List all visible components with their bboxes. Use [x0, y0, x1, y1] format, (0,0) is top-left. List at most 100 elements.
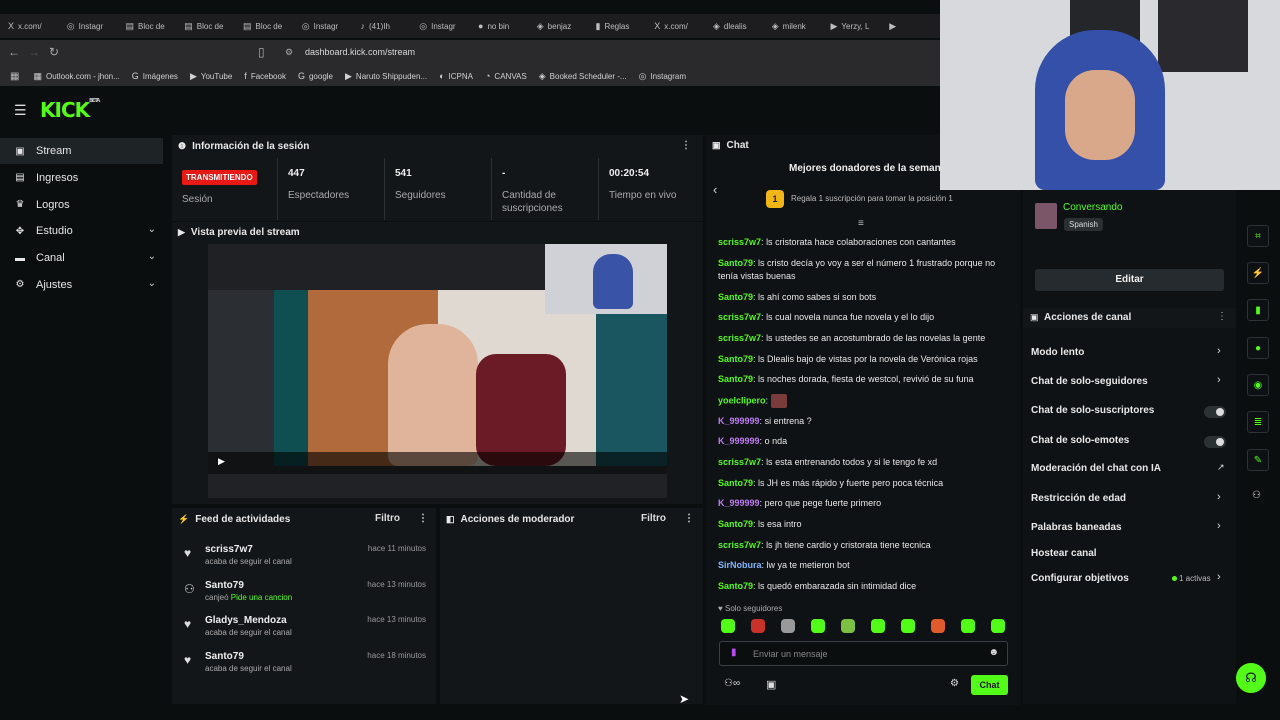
emote-icon[interactable]: [901, 619, 915, 633]
bookmark-item[interactable]: Ggoogle: [298, 71, 333, 81]
emote-icon[interactable]: [721, 619, 735, 633]
feed-username[interactable]: scriss7w7: [205, 544, 253, 555]
chat-settings-icon[interactable]: ⚙: [950, 678, 959, 689]
bookmark-item[interactable]: f Facebook: [244, 71, 286, 81]
channel-action-2[interactable]: Chat de solo-suscriptores: [1031, 405, 1154, 416]
bookmark-item[interactable]: ◔ CANVAS: [485, 71, 527, 81]
chat-username[interactable]: yoelclipero: [718, 395, 766, 405]
feed-username[interactable]: Santo79: [205, 580, 244, 591]
feed-menu-icon[interactable]: ⋮: [418, 513, 428, 524]
feed-username[interactable]: Santo79: [205, 651, 244, 662]
wrench-icon[interactable]: ✎: [1247, 449, 1269, 471]
mod-filter-button[interactable]: Filtro: [641, 513, 666, 524]
bookmark-item[interactable]: G Imágenes: [132, 71, 178, 81]
chat-input[interactable]: ▮ Enviar un mensaje ☻: [719, 641, 1008, 666]
kick-logo[interactable]: KICKBETA: [40, 98, 100, 122]
gift-icon[interactable]: ▣: [766, 678, 776, 691]
bookmark-item[interactable]: ◎ Instagram: [639, 71, 686, 82]
browser-tab[interactable]: ▤ Bloc de: [235, 21, 294, 32]
support-button[interactable]: ☊: [1236, 663, 1266, 693]
chat-username[interactable]: scriss7w7: [718, 333, 761, 343]
chevron-right-icon[interactable]: ›: [1217, 345, 1221, 357]
chat-username[interactable]: scriss7w7: [718, 312, 761, 322]
browser-tab[interactable]: ◈ dlealis: [705, 21, 764, 32]
reload-icon[interactable]: ↻: [44, 45, 64, 59]
channel-action-0[interactable]: Modo lento: [1031, 347, 1084, 358]
channel-action-5[interactable]: Restricción de edad: [1031, 493, 1126, 504]
browser-tab[interactable]: ▶: [881, 21, 940, 32]
channel-action-1[interactable]: Chat de solo-seguidores: [1031, 376, 1148, 387]
bookmark-item[interactable]: ▶ Naruto Shippuden...: [345, 71, 427, 82]
edit-channel-button[interactable]: Editar: [1035, 269, 1224, 291]
back-icon[interactable]: ←: [4, 45, 24, 59]
feed-username[interactable]: Gladys_Mendoza: [205, 615, 287, 626]
chat-username[interactable]: Santo79: [718, 519, 753, 529]
emoji-icon[interactable]: ☻: [988, 647, 999, 658]
emote-icon[interactable]: [781, 619, 795, 633]
chevron-left-icon[interactable]: ‹: [713, 182, 717, 197]
chat-tools-icon[interactable]: ⚇∞: [724, 678, 740, 689]
browser-tab[interactable]: ◈ milenk: [764, 21, 823, 32]
emote-icon[interactable]: [871, 619, 885, 633]
chat-username[interactable]: K_999999: [718, 436, 760, 446]
chat-username[interactable]: scriss7w7: [718, 457, 761, 467]
sidebar-item-stream[interactable]: ▣ Stream: [0, 138, 163, 164]
emote-icon[interactable]: [961, 619, 975, 633]
bolt-action-icon[interactable]: ⚡: [1247, 262, 1269, 284]
browser-tab[interactable]: ◎ Instagr: [59, 21, 118, 32]
bookmark-icon[interactable]: ▯: [258, 45, 265, 59]
channel-action-8[interactable]: Configurar objetivos: [1031, 573, 1129, 584]
external-link-icon[interactable]: ↗: [1217, 462, 1225, 473]
chat-username[interactable]: Santo79: [718, 478, 753, 488]
chat-username[interactable]: SirNobura: [718, 560, 762, 570]
sidebar-item-canal[interactable]: ▬ Canal ⌄: [0, 245, 168, 271]
users-icon[interactable]: ⚇: [1252, 490, 1261, 501]
channel-action-6[interactable]: Palabras baneadas: [1031, 522, 1122, 533]
chevron-right-icon[interactable]: ›: [1217, 374, 1221, 386]
clip-icon[interactable]: ⌗: [1247, 225, 1269, 247]
emote-icon[interactable]: [991, 619, 1005, 633]
chat-username[interactable]: Santo79: [718, 581, 753, 591]
browser-tab[interactable]: ▤ Bloc de: [118, 21, 177, 32]
browser-tab[interactable]: ▤ Bloc de: [176, 21, 235, 32]
forward-icon[interactable]: →: [24, 45, 44, 59]
bookmark-item[interactable]: ◈ Booked Scheduler -...: [539, 71, 627, 82]
browser-tab[interactable]: ● no bin: [470, 21, 529, 31]
session-menu-icon[interactable]: ⋮: [681, 140, 691, 151]
browser-tab[interactable]: ◎ Instagr: [411, 21, 470, 32]
channel-actions-menu-icon[interactable]: ⋮: [1217, 311, 1227, 322]
chat-username[interactable]: Santo79: [718, 258, 753, 268]
chat-username[interactable]: Santo79: [718, 374, 753, 384]
list-icon[interactable]: ≣: [1247, 411, 1269, 433]
collapse-icon[interactable]: ≡: [858, 218, 864, 229]
browser-tab[interactable]: Xx.com/: [0, 21, 59, 31]
toggle-switch[interactable]: [1204, 436, 1226, 448]
feed-filter-button[interactable]: Filtro: [375, 513, 400, 524]
chat-username[interactable]: K_999999: [718, 416, 760, 426]
hamburger-menu-icon[interactable]: ☰: [14, 102, 27, 119]
chevron-right-icon[interactable]: ›: [1217, 520, 1221, 532]
bookmark-item[interactable]: ▦ Outlook.com - jhon...: [33, 71, 119, 82]
mic-icon[interactable]: ▮: [731, 647, 737, 658]
chat-username[interactable]: K_999999: [718, 498, 760, 508]
bookmark-item[interactable]: ◐ ICPNA: [439, 71, 473, 81]
chat-username[interactable]: Santo79: [718, 292, 753, 302]
channel-action-3[interactable]: Chat de solo-emotes: [1031, 435, 1129, 446]
chat-username[interactable]: scriss7w7: [718, 237, 761, 247]
sidebar-item-estudio[interactable]: ✥ Estudio ⌄: [0, 218, 168, 244]
stream-preview-video[interactable]: ▶: [208, 244, 667, 498]
channel-action-4[interactable]: Moderación del chat con IA: [1031, 463, 1161, 474]
chat-username[interactable]: Santo79: [718, 354, 753, 364]
broadcast-icon[interactable]: ◉: [1247, 374, 1269, 396]
site-info-icon[interactable]: ⚙: [285, 47, 293, 58]
emote-icon[interactable]: [751, 619, 765, 633]
browser-tab[interactable]: ♪ (41)Ih: [353, 21, 412, 31]
browser-tab[interactable]: ◈ benjaz: [529, 21, 588, 32]
emote-icon[interactable]: [841, 619, 855, 633]
notes-icon[interactable]: ▮: [1247, 299, 1269, 321]
browser-tab[interactable]: ▶ Yerzy, L: [823, 21, 882, 32]
channel-action-7[interactable]: Hostear canal: [1031, 548, 1097, 559]
browser-tab[interactable]: Xx.com/: [646, 21, 705, 31]
sidebar-item-logros[interactable]: ♛ Logros: [0, 192, 168, 218]
browser-tab[interactable]: ▮ Reglas: [588, 21, 647, 32]
